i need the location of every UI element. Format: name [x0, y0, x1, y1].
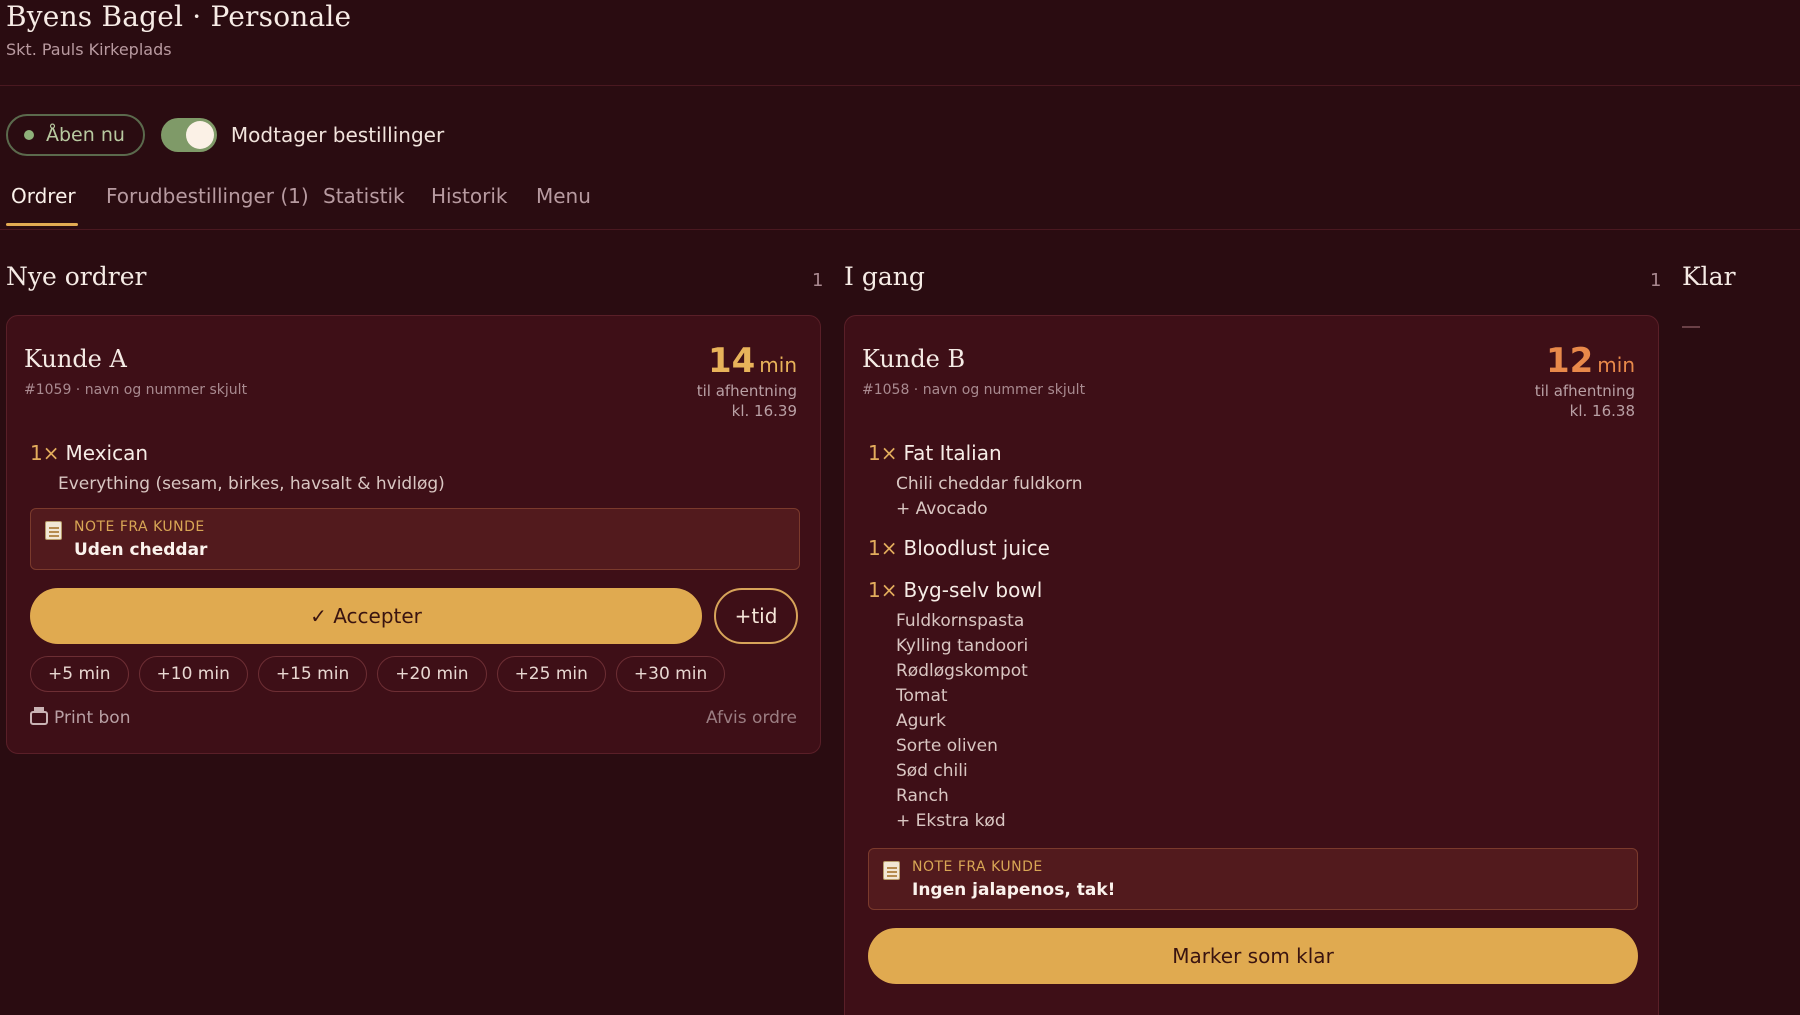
time-chip-5[interactable]: +5 min — [30, 656, 129, 692]
item-qty: 1× — [30, 441, 60, 465]
print-receipt-label: Print bon — [54, 708, 131, 728]
time-chips: +5 min +10 min +15 min +20 min +25 min +… — [30, 656, 726, 692]
item-qty: 1× — [868, 441, 898, 465]
order-line: 1× Bloodlust juice — [868, 536, 1050, 560]
pickup-clock: kl. 16.38 — [1569, 402, 1635, 420]
open-status-label: Åben nu — [46, 124, 125, 146]
order-line: 1× Byg-selv bowl — [868, 578, 1042, 602]
order-line: 1× Fat Italian — [868, 441, 1002, 465]
item-modifier: Chili cheddar fuldkorn — [896, 474, 1083, 494]
ready-empty-dash — [1682, 326, 1700, 328]
time-chip-25[interactable]: +25 min — [496, 656, 606, 692]
customer-name: Kunde B — [862, 345, 966, 373]
main-tabs: Ordrer Forudbestillinger (1) Statistik H… — [0, 172, 1800, 230]
tab-ordrer[interactable]: Ordrer — [11, 184, 76, 208]
order-meta: #1058 · navn og nummer skjult — [862, 382, 1086, 398]
customer-name: Kunde A — [24, 345, 127, 373]
pickup-unit: min — [1597, 353, 1635, 377]
app-title: Byens Bagel · Personale — [6, 0, 352, 33]
item-modifier: Sød chili — [896, 761, 968, 781]
order-line: 1× Mexican — [30, 441, 148, 465]
note-text: Ingen jalapenos, tak! — [912, 880, 1116, 900]
note-label: NOTE FRA KUNDE — [912, 859, 1043, 875]
item-name: Bloodlust juice — [903, 536, 1050, 560]
column-count-new: 1 — [812, 270, 824, 291]
item-modifier: Kylling tandoori — [896, 636, 1029, 656]
pickup-label: til afhentning — [696, 382, 797, 400]
column-title-ready: Klar — [1682, 262, 1736, 291]
pickup-label: til afhentning — [1534, 382, 1635, 400]
pickup-minutes: 14 — [707, 341, 756, 381]
item-modifier: Rødløgskompot — [896, 661, 1028, 681]
tab-forudbestillinger[interactable]: Forudbestillinger (1) — [106, 184, 309, 208]
time-chip-20[interactable]: +20 min — [377, 656, 487, 692]
accept-orders-toggle[interactable] — [160, 118, 217, 152]
memo-icon — [45, 521, 62, 540]
column-count-progress: 1 — [1650, 270, 1662, 291]
note-text: Uden cheddar — [74, 540, 208, 560]
pickup-unit: min — [759, 353, 797, 377]
column-title-progress: I gang — [844, 262, 925, 291]
item-qty: 1× — [868, 578, 898, 602]
pickup-clock: kl. 16.39 — [731, 402, 797, 420]
time-chip-30[interactable]: +30 min — [615, 656, 726, 692]
memo-icon — [883, 861, 900, 880]
tab-statistik[interactable]: Statistik — [323, 184, 405, 208]
print-receipt-link[interactable]: Print bon — [30, 707, 131, 728]
tab-menu[interactable]: Menu — [536, 184, 591, 208]
item-modifier: Everything (sesam, birkes, havsalt & hvi… — [58, 474, 445, 494]
time-chip-15[interactable]: +15 min — [257, 656, 368, 692]
item-name: Fat Italian — [903, 441, 1002, 465]
item-name: Mexican — [65, 441, 149, 465]
pickup-minutes: 12 — [1545, 341, 1594, 381]
accept-button[interactable]: ✓ Accepter — [30, 588, 702, 644]
item-modifier: Fuldkornspasta — [896, 611, 1025, 631]
printer-icon — [30, 707, 48, 725]
customer-note: NOTE FRA KUNDE Ingen jalapenos, tak! — [868, 848, 1638, 910]
note-label: NOTE FRA KUNDE — [74, 519, 205, 535]
time-chip-10[interactable]: +10 min — [138, 656, 248, 692]
order-card-progress: Kunde B #1058 · navn og nummer skjult 12… — [844, 315, 1659, 1015]
app-header: Byens Bagel · Personale Skt. Pauls Kirke… — [0, 0, 1800, 86]
column-title-new: Nye ordrer — [6, 262, 147, 291]
item-modifier: + Avocado — [896, 499, 988, 519]
open-status-badge: Åben nu — [6, 114, 145, 156]
pickup-time: 14 min til afhentning kl. 16.39 — [697, 341, 797, 421]
item-modifier: Tomat — [896, 686, 948, 706]
status-dot-icon — [24, 130, 34, 140]
order-meta: #1059 · navn og nummer skjult — [24, 382, 248, 398]
reject-order-link[interactable]: Afvis ordre — [706, 708, 797, 728]
toggle-knob — [185, 121, 214, 149]
status-row: Åben nu Modtager bestillinger — [6, 114, 444, 156]
item-modifier: Sorte oliven — [896, 736, 998, 756]
customer-note: NOTE FRA KUNDE Uden cheddar — [30, 508, 800, 570]
accept-orders-label: Modtager bestillinger — [230, 123, 445, 147]
item-modifier: Agurk — [896, 711, 947, 731]
item-modifier: Ranch — [896, 786, 949, 806]
app-subtitle: Skt. Pauls Kirkeplads — [6, 40, 172, 59]
active-tab-indicator — [6, 223, 78, 226]
pickup-time: 12 min til afhentning kl. 16.38 — [1535, 341, 1635, 421]
order-card-new: Kunde A #1059 · navn og nummer skjult 14… — [6, 315, 821, 754]
mark-ready-button[interactable]: Marker som klar — [868, 928, 1638, 984]
item-modifier: + Ekstra kød — [896, 811, 1006, 831]
add-time-button[interactable]: +tid — [714, 588, 798, 644]
item-qty: 1× — [868, 536, 898, 560]
item-name: Byg-selv bowl — [903, 578, 1043, 602]
tab-historik[interactable]: Historik — [431, 184, 507, 208]
